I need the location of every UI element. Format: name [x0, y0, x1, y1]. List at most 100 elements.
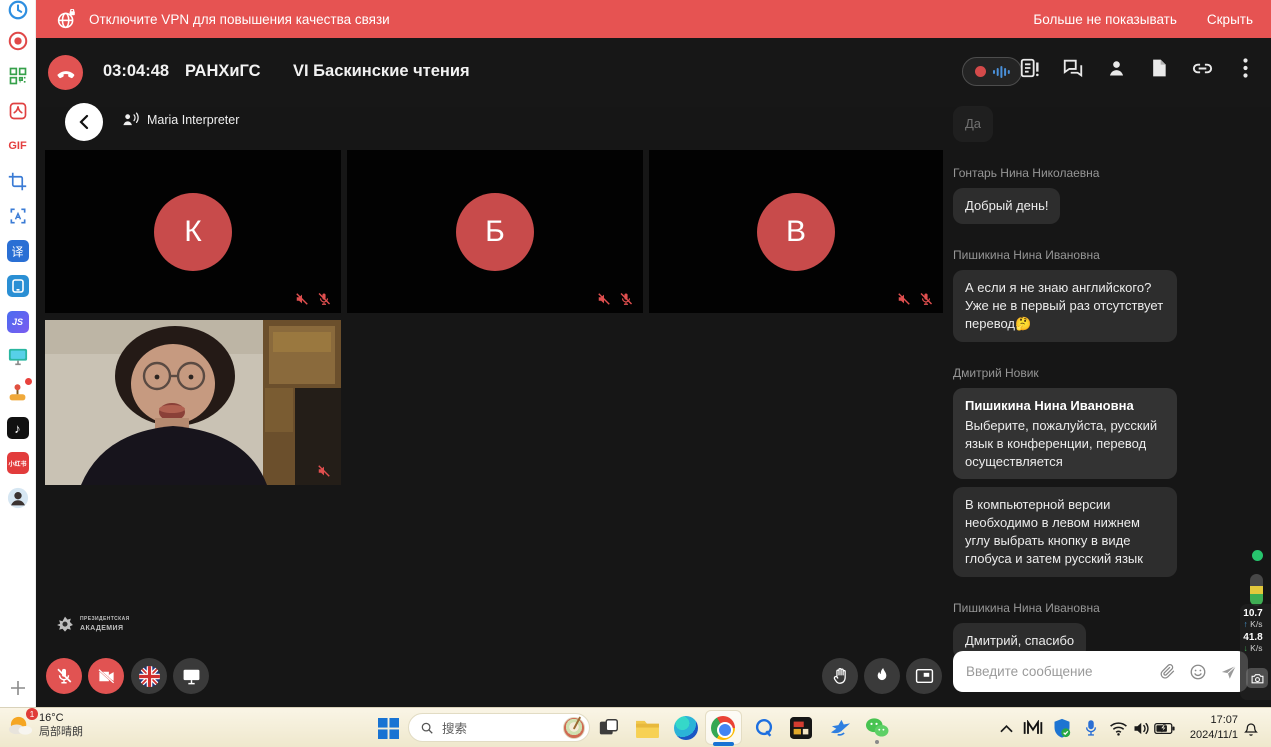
chat-sender: Гонтарь Нина Николаевна [953, 166, 1099, 180]
meeting-topbar: 03:04:48 РАНХиГС VI Баскинские чтения [36, 38, 1271, 107]
tray-date-value: 2024/11/1 [1168, 728, 1238, 743]
hide-banner-button[interactable]: Скрыть [1207, 12, 1253, 27]
tiktok-app-icon[interactable]: ♪ [6, 416, 30, 440]
speaker-video-tile[interactable] [45, 320, 341, 485]
participant-tile[interactable]: Б [347, 150, 643, 313]
search-icon [420, 721, 434, 735]
clock-tool-icon[interactable] [6, 0, 30, 22]
speaker-muted-icon [897, 292, 911, 306]
quark-app-icon[interactable] [752, 716, 776, 740]
reactions-button[interactable] [864, 658, 900, 694]
banner-actions: Больше не показывать Скрыть [1033, 12, 1253, 27]
mic-muted-icon [919, 292, 933, 306]
chat-sender: Дмитрий Новик [953, 366, 1039, 380]
waveform-icon [993, 65, 1010, 79]
participants-icon[interactable] [1104, 56, 1128, 80]
documents-icon[interactable] [1147, 56, 1171, 80]
agenda-icon[interactable] [1018, 56, 1042, 80]
edge-browser-icon[interactable] [674, 716, 698, 740]
meeting-title: VI Баскинские чтения [293, 62, 470, 81]
copy-link-icon[interactable] [1190, 56, 1214, 80]
screen-mirror-tool-icon[interactable] [6, 345, 30, 369]
back-button[interactable] [65, 103, 103, 141]
chrome-browser-icon[interactable] [711, 716, 735, 740]
tray-expand-chevron[interactable] [996, 718, 1016, 738]
participant-tile[interactable]: К [45, 150, 341, 313]
record-tool-icon[interactable] [6, 29, 30, 53]
start-button[interactable] [376, 716, 400, 740]
message-input[interactable] [966, 664, 1146, 679]
fire-icon [874, 667, 890, 685]
xiaohongshu-app-icon[interactable]: 小红书 [6, 451, 30, 475]
wechat-app-icon[interactable] [865, 716, 889, 740]
phone-mirror-tool-icon[interactable] [6, 274, 30, 298]
interpreter-channel[interactable]: Maria Interpreter [122, 112, 239, 127]
uk-flag-icon [139, 666, 160, 687]
send-message-icon[interactable] [1220, 663, 1238, 681]
more-options-icon[interactable] [1233, 56, 1257, 80]
end-call-button[interactable] [48, 55, 83, 90]
interpreter-voice-icon [122, 112, 139, 127]
mic-muted-icon [317, 292, 331, 306]
user-avatar[interactable] [6, 486, 30, 510]
tray-clock[interactable]: 17:07 2024/11/1 [1168, 713, 1238, 744]
interpreter-name: Maria Interpreter [147, 113, 239, 127]
qr-code-tool-icon[interactable] [6, 64, 30, 88]
volume-icon[interactable] [1130, 718, 1153, 738]
taskbar-search-box[interactable]: 搜索 [408, 713, 590, 742]
watermark-line2: АКАДЕМИЯ [80, 624, 130, 635]
camera-toggle-button-off[interactable] [88, 658, 124, 694]
picture-in-picture-button[interactable] [906, 658, 942, 694]
search-highlight-icon [563, 717, 585, 739]
translate-glyph: 译 [7, 240, 29, 262]
tile-status-icons [295, 292, 331, 306]
ocr-tool-icon[interactable] [6, 204, 30, 228]
pdf-tool-icon[interactable] [6, 99, 30, 123]
dont-show-again-button[interactable]: Больше не показывать [1033, 12, 1177, 27]
weather-desc: 局部晴朗 [39, 725, 83, 739]
windows-security-icon[interactable] [1050, 716, 1074, 740]
thunder-app-icon[interactable] [828, 716, 852, 740]
chat-message: А если я не знаю английского? Уже не в п… [953, 270, 1177, 342]
game-app-icon[interactable] [789, 716, 813, 740]
gif-label: GIF [8, 140, 26, 152]
record-dot-icon [975, 66, 986, 77]
taskbar-weather-widget[interactable]: 1 16°C 局部晴朗 [7, 711, 83, 740]
chat-sender: Пишикина Нина Ивановна [953, 601, 1100, 615]
academy-eagle-logo [55, 615, 75, 635]
crop-tool-icon[interactable] [6, 169, 30, 193]
chat-message: Да [953, 106, 993, 142]
translate-tool-icon[interactable]: 译 [6, 239, 30, 263]
game-tool-icon[interactable] [6, 380, 30, 404]
recording-indicator[interactable] [962, 57, 1022, 86]
ime-app-icon[interactable] [1022, 717, 1044, 739]
share-screen-button[interactable] [173, 658, 209, 694]
banner-message: Отключите VPN для повышения качества свя… [89, 12, 390, 27]
xiaohongshu-label: 小红书 [7, 452, 29, 474]
mic-toggle-button-muted[interactable] [46, 658, 82, 694]
gif-tool-icon[interactable]: GIF [6, 134, 30, 158]
raise-hand-button[interactable] [822, 658, 858, 694]
emoji-icon[interactable] [1189, 663, 1207, 681]
meeting-timer: 03:04:48 [103, 62, 169, 81]
volume-level-meter [1250, 574, 1263, 606]
participant-tile[interactable]: В [649, 150, 943, 313]
attach-file-icon[interactable] [1159, 663, 1176, 680]
wifi-icon[interactable] [1106, 718, 1130, 738]
notifications-bell-icon[interactable] [1240, 717, 1262, 739]
chat-sender: Пишикина Нина Ивановна [953, 248, 1100, 262]
file-explorer-icon[interactable] [634, 716, 660, 740]
tray-mic-icon[interactable] [1081, 717, 1101, 739]
participant-avatar: В [757, 193, 835, 271]
weather-badge: 1 [26, 708, 38, 720]
task-view-button[interactable] [597, 716, 621, 740]
add-tool-button[interactable] [6, 676, 30, 700]
screenshot-camera-button[interactable] [1246, 668, 1268, 688]
download-arrow-icon: ↓ [1244, 643, 1248, 653]
chat-icon[interactable] [1061, 56, 1085, 80]
js-tool-icon[interactable]: JS [6, 310, 30, 334]
speaker-muted-icon [317, 464, 331, 478]
participant-avatar: К [154, 193, 232, 271]
running-app-dot [875, 740, 879, 744]
language-channel-button[interactable] [131, 658, 167, 694]
